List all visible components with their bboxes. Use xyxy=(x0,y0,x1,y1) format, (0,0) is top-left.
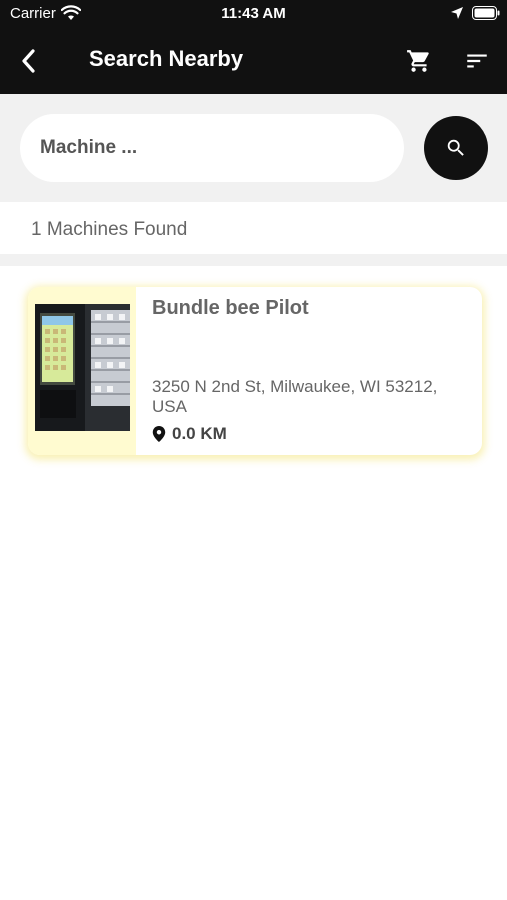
results-count: 1 Machines Found xyxy=(31,219,188,240)
cart-icon xyxy=(407,50,429,72)
search-icon xyxy=(447,139,464,156)
distance-row: 0.0 KM xyxy=(152,424,227,444)
machine-address: 3250 N 2nd St, Milwaukee, WI 53212, USA xyxy=(152,377,438,416)
status-time: 11:43 AM xyxy=(221,5,286,22)
results-count-bar: 1 Machines Found xyxy=(0,202,507,254)
sort-icon xyxy=(467,54,487,68)
cart-button[interactable] xyxy=(402,44,436,78)
search-input[interactable] xyxy=(20,114,404,182)
page-title: Search Nearby xyxy=(89,46,244,71)
app-header: Carrier 11:43 AM Search Nearby xyxy=(0,0,507,94)
battery-icon xyxy=(472,6,500,20)
machine-photo xyxy=(35,304,130,431)
location-arrow-icon xyxy=(451,7,463,19)
machine-card[interactable]: Bundle bee Pilot 3250 N 2nd St, Milwauke… xyxy=(28,287,482,455)
search-area xyxy=(0,94,507,202)
location-pin-icon xyxy=(152,426,166,442)
chevron-left-icon xyxy=(22,49,35,73)
sort-filter-button[interactable] xyxy=(460,44,494,78)
search-button[interactable] xyxy=(424,116,488,180)
machine-name: Bundle bee Pilot xyxy=(152,297,309,319)
machine-distance: 0.0 KM xyxy=(172,424,227,443)
nav-bar: Search Nearby xyxy=(0,28,507,94)
status-bar: Carrier 11:43 AM xyxy=(0,0,507,28)
back-button[interactable] xyxy=(12,44,46,78)
divider xyxy=(0,254,507,266)
